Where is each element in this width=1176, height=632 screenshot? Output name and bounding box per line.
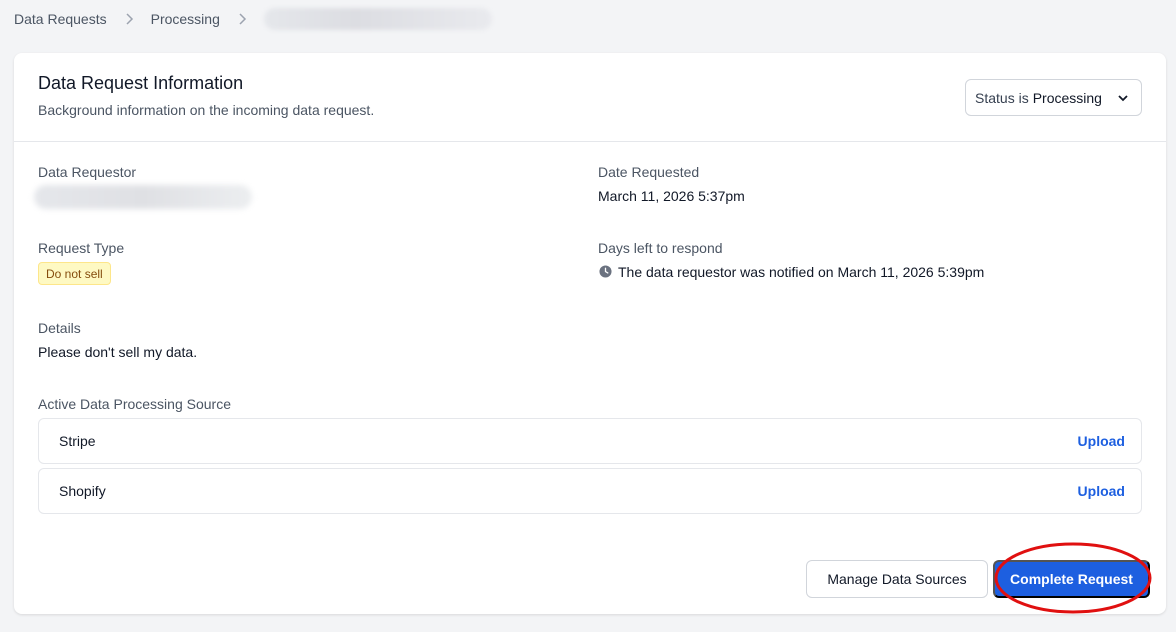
card-subtitle: Background information on the incoming d… bbox=[38, 102, 375, 118]
data-requestor-value-redacted bbox=[34, 185, 252, 209]
upload-link-shopify[interactable]: Upload bbox=[1078, 483, 1125, 499]
date-requested-label: Date Requested bbox=[598, 164, 700, 180]
days-left-label: Days left to respond bbox=[598, 240, 723, 256]
breadcrumb-item-data-requests[interactable]: Data Requests bbox=[14, 11, 107, 27]
source-name: Stripe bbox=[59, 433, 96, 449]
status-dropdown[interactable]: Status is Processing bbox=[965, 79, 1142, 116]
chevron-right-icon bbox=[124, 8, 134, 30]
chevron-right-icon bbox=[237, 8, 247, 30]
clock-icon bbox=[599, 265, 612, 278]
details-value: Please don't sell my data. bbox=[38, 344, 198, 360]
active-sources-label: Active Data Processing Source bbox=[38, 396, 231, 412]
upload-link-stripe[interactable]: Upload bbox=[1078, 433, 1125, 449]
status-value: Processing bbox=[1032, 89, 1102, 106]
breadcrumb: Data Requests Processing bbox=[14, 8, 492, 30]
source-row-shopify: Shopify Upload bbox=[38, 468, 1142, 514]
request-type-badge: Do not sell bbox=[38, 262, 111, 285]
data-requestor-label: Data Requestor bbox=[38, 164, 137, 180]
card-header: Data Request Information Background info… bbox=[14, 53, 1166, 142]
card-title: Data Request Information bbox=[38, 73, 244, 93]
data-request-card: Data Request Information Background info… bbox=[14, 53, 1166, 614]
details-label: Details bbox=[38, 320, 81, 336]
source-row-stripe: Stripe Upload bbox=[38, 418, 1142, 464]
source-name: Shopify bbox=[59, 483, 106, 499]
chevron-down-icon bbox=[1118, 95, 1128, 102]
status-prefix: Status is bbox=[975, 89, 1029, 106]
date-requested-value: March 11, 2026 5:37pm bbox=[598, 188, 745, 204]
complete-request-button[interactable]: Complete Request bbox=[993, 560, 1150, 598]
days-left-value: The data requestor was notified on March… bbox=[618, 264, 985, 280]
breadcrumb-item-processing[interactable]: Processing bbox=[151, 11, 220, 27]
request-type-label: Request Type bbox=[38, 240, 125, 256]
breadcrumb-item-redacted bbox=[263, 8, 492, 30]
manage-data-sources-button[interactable]: Manage Data Sources bbox=[806, 560, 988, 598]
